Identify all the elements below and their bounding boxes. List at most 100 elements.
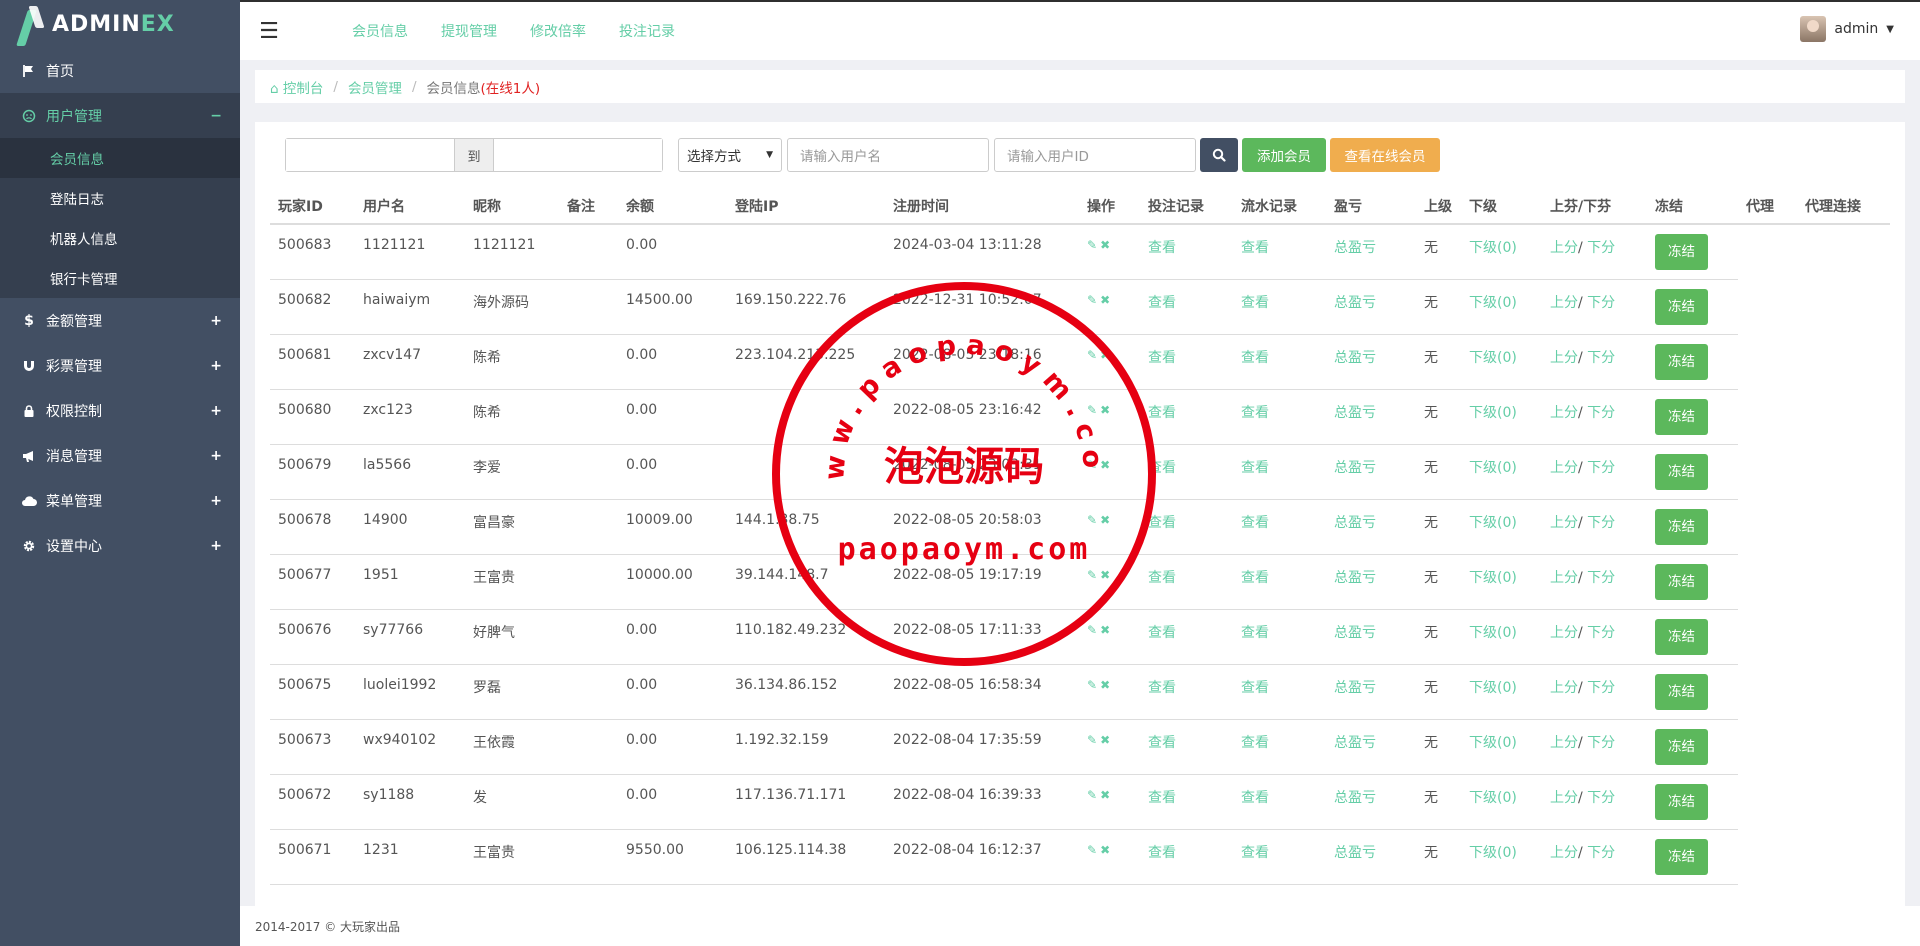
- lower-link[interactable]: 下级(0): [1461, 444, 1542, 500]
- hamburger-menu-icon[interactable]: ☰: [246, 3, 292, 59]
- edit-icon[interactable]: ✎: [1087, 238, 1100, 252]
- sidebar-subitem-robot-info[interactable]: 机器人信息: [0, 218, 240, 258]
- up-score-link[interactable]: 上分: [1550, 845, 1578, 861]
- edit-icon[interactable]: ✎: [1087, 403, 1100, 417]
- profit-link[interactable]: 总盈亏: [1326, 664, 1416, 720]
- up-score-link[interactable]: 上分: [1550, 460, 1578, 476]
- flow-records-link[interactable]: 查看: [1233, 389, 1326, 445]
- flow-records-link[interactable]: 查看: [1233, 279, 1326, 335]
- lower-link[interactable]: 下级(0): [1461, 224, 1542, 280]
- down-score-link[interactable]: 下分: [1587, 350, 1615, 366]
- delete-icon[interactable]: ✖: [1100, 733, 1113, 747]
- up-score-link[interactable]: 上分: [1550, 405, 1578, 421]
- freeze-button[interactable]: 冻结: [1655, 398, 1708, 435]
- delete-icon[interactable]: ✖: [1100, 513, 1113, 527]
- sidebar-item-lottery[interactable]: 彩票管理 +: [0, 343, 240, 388]
- profit-link[interactable]: 总盈亏: [1326, 499, 1416, 555]
- profit-link[interactable]: 总盈亏: [1326, 444, 1416, 500]
- flow-records-link[interactable]: 查看: [1233, 554, 1326, 610]
- down-score-link[interactable]: 下分: [1587, 405, 1615, 421]
- edit-icon[interactable]: ✎: [1087, 788, 1100, 802]
- expand-icon[interactable]: +: [210, 448, 222, 464]
- add-member-button[interactable]: 添加会员: [1242, 138, 1326, 172]
- edit-icon[interactable]: ✎: [1087, 678, 1100, 692]
- bet-records-link[interactable]: 查看: [1140, 389, 1233, 445]
- lower-link[interactable]: 下级(0): [1461, 829, 1542, 885]
- up-score-link[interactable]: 上分: [1550, 570, 1578, 586]
- down-score-link[interactable]: 下分: [1587, 570, 1615, 586]
- profit-link[interactable]: 总盈亏: [1326, 719, 1416, 775]
- flow-records-link[interactable]: 查看: [1233, 499, 1326, 555]
- search-mode-select[interactable]: 选择方式 ▼: [678, 138, 782, 172]
- down-score-link[interactable]: 下分: [1587, 735, 1615, 751]
- profit-link[interactable]: 总盈亏: [1326, 279, 1416, 335]
- sidebar-item-user-management[interactable]: 用户管理 −: [0, 93, 240, 138]
- profit-link[interactable]: 总盈亏: [1326, 334, 1416, 390]
- username-input[interactable]: 请输入用户名: [787, 138, 989, 172]
- bet-records-link[interactable]: 查看: [1140, 499, 1233, 555]
- bet-records-link[interactable]: 查看: [1140, 664, 1233, 720]
- freeze-button[interactable]: 冻结: [1655, 618, 1708, 655]
- down-score-link[interactable]: 下分: [1587, 295, 1615, 311]
- top-nav-member-info[interactable]: 会员信息: [352, 21, 408, 41]
- bet-records-link[interactable]: 查看: [1140, 609, 1233, 665]
- top-nav-withdraw[interactable]: 提现管理: [441, 21, 497, 41]
- start-date-input[interactable]: [286, 139, 454, 171]
- bet-records-link[interactable]: 查看: [1140, 224, 1233, 280]
- edit-icon[interactable]: ✎: [1087, 733, 1100, 747]
- flow-records-link[interactable]: 查看: [1233, 829, 1326, 885]
- freeze-button[interactable]: 冻结: [1655, 234, 1708, 270]
- edit-icon[interactable]: ✎: [1087, 458, 1100, 472]
- profit-link[interactable]: 总盈亏: [1326, 829, 1416, 885]
- up-score-link[interactable]: 上分: [1550, 350, 1578, 366]
- profit-link[interactable]: 总盈亏: [1326, 389, 1416, 445]
- lower-link[interactable]: 下级(0): [1461, 279, 1542, 335]
- breadcrumb-section[interactable]: 会员管理: [348, 77, 402, 97]
- lower-link[interactable]: 下级(0): [1461, 774, 1542, 830]
- up-score-link[interactable]: 上分: [1550, 240, 1578, 256]
- userid-input[interactable]: 请输入用户ID: [994, 138, 1196, 172]
- edit-icon[interactable]: ✎: [1087, 513, 1100, 527]
- logo[interactable]: ADMINEX: [0, 0, 240, 48]
- profit-link[interactable]: 总盈亏: [1326, 554, 1416, 610]
- flow-records-link[interactable]: 查看: [1233, 334, 1326, 390]
- freeze-button[interactable]: 冻结: [1655, 673, 1708, 710]
- profit-link[interactable]: 总盈亏: [1326, 774, 1416, 830]
- up-score-link[interactable]: 上分: [1550, 790, 1578, 806]
- down-score-link[interactable]: 下分: [1587, 460, 1615, 476]
- lower-link[interactable]: 下级(0): [1461, 609, 1542, 665]
- bet-records-link[interactable]: 查看: [1140, 554, 1233, 610]
- freeze-button[interactable]: 冻结: [1655, 838, 1708, 875]
- up-score-link[interactable]: 上分: [1550, 295, 1578, 311]
- profit-link[interactable]: 总盈亏: [1326, 609, 1416, 665]
- bet-records-link[interactable]: 查看: [1140, 719, 1233, 775]
- top-nav-odds[interactable]: 修改倍率: [530, 21, 586, 41]
- expand-icon[interactable]: +: [210, 403, 222, 419]
- delete-icon[interactable]: ✖: [1100, 458, 1113, 472]
- down-score-link[interactable]: 下分: [1587, 845, 1615, 861]
- delete-icon[interactable]: ✖: [1100, 403, 1113, 417]
- bet-records-link[interactable]: 查看: [1140, 279, 1233, 335]
- expand-icon[interactable]: +: [210, 313, 222, 329]
- flow-records-link[interactable]: 查看: [1233, 609, 1326, 665]
- flow-records-link[interactable]: 查看: [1233, 444, 1326, 500]
- edit-icon[interactable]: ✎: [1087, 348, 1100, 362]
- sidebar-subitem-member-info[interactable]: 会员信息: [0, 138, 240, 178]
- bet-records-link[interactable]: 查看: [1140, 829, 1233, 885]
- lower-link[interactable]: 下级(0): [1461, 499, 1542, 555]
- top-nav-bet-records[interactable]: 投注记录: [619, 21, 675, 41]
- collapse-icon[interactable]: −: [210, 108, 222, 124]
- sidebar-subitem-login-log[interactable]: 登陆日志: [0, 178, 240, 218]
- sidebar-item-menu[interactable]: 菜单管理 +: [0, 478, 240, 523]
- sidebar-item-money[interactable]: $ 金额管理 +: [0, 298, 240, 343]
- down-score-link[interactable]: 下分: [1587, 240, 1615, 256]
- sidebar-subitem-bank-card[interactable]: 银行卡管理: [0, 258, 240, 298]
- sidebar-item-permission[interactable]: 权限控制 +: [0, 388, 240, 433]
- down-score-link[interactable]: 下分: [1587, 680, 1615, 696]
- down-score-link[interactable]: 下分: [1587, 790, 1615, 806]
- lower-link[interactable]: 下级(0): [1461, 334, 1542, 390]
- freeze-button[interactable]: 冻结: [1655, 288, 1708, 325]
- bet-records-link[interactable]: 查看: [1140, 774, 1233, 830]
- up-score-link[interactable]: 上分: [1550, 625, 1578, 641]
- edit-icon[interactable]: ✎: [1087, 293, 1100, 307]
